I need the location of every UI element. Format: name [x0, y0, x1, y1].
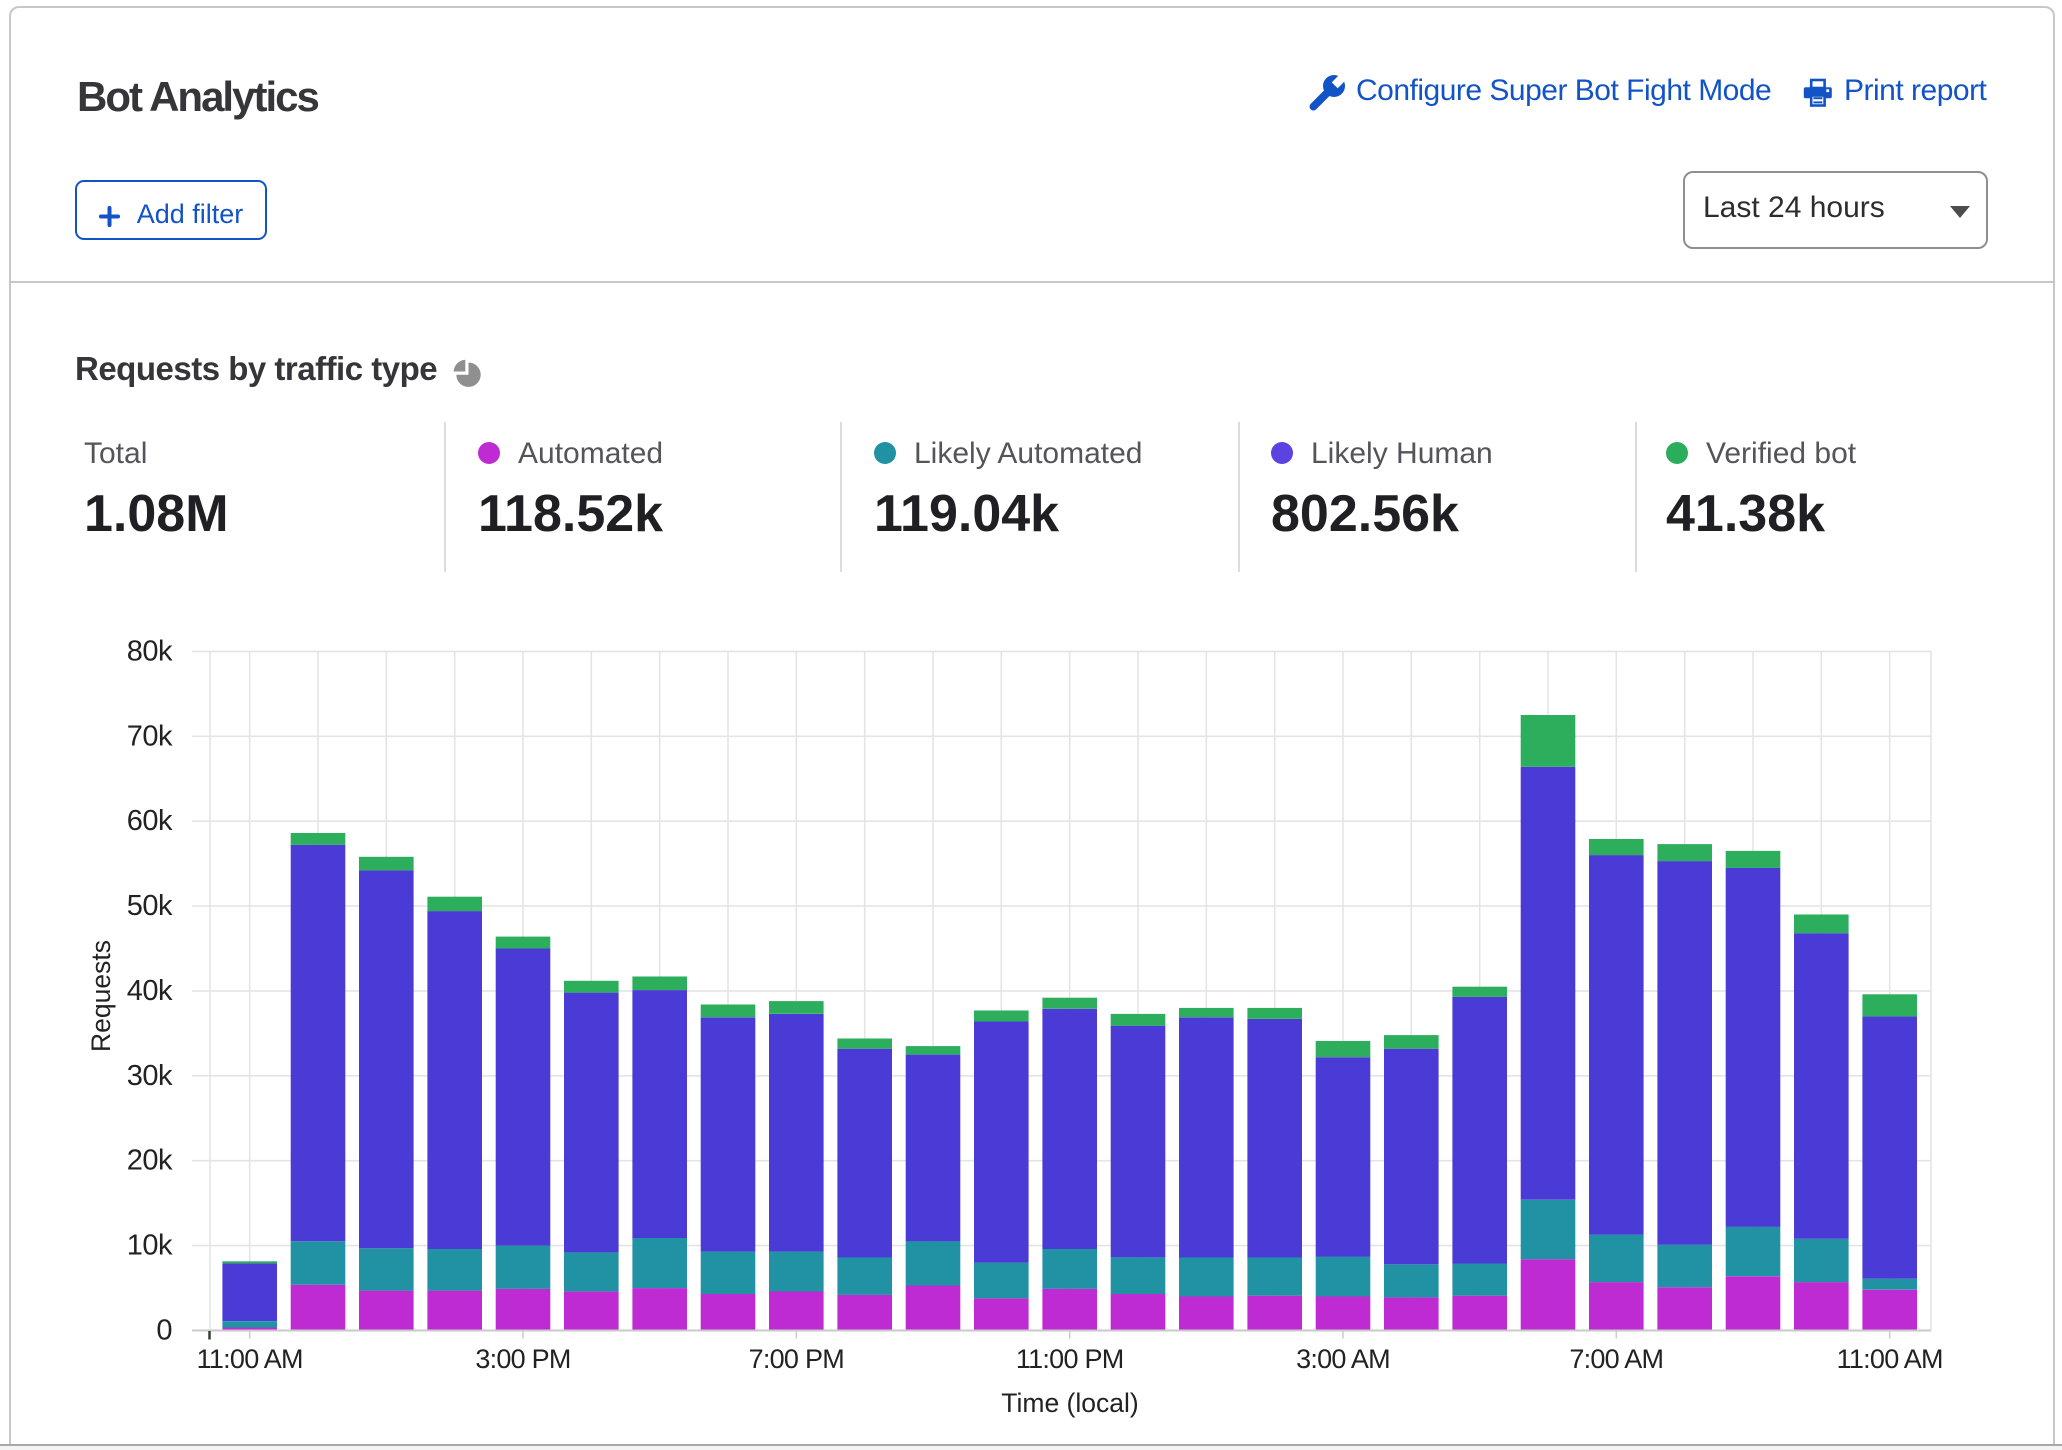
- svg-text:50k: 50k: [127, 890, 173, 922]
- svg-text:11:00 PM: 11:00 PM: [1016, 1344, 1124, 1374]
- svg-text:30k: 30k: [127, 1060, 173, 1092]
- svg-text:Time (local): Time (local): [1001, 1388, 1138, 1418]
- svg-text:80k: 80k: [127, 635, 173, 667]
- svg-text:20k: 20k: [127, 1145, 173, 1177]
- svg-text:60k: 60k: [127, 805, 173, 837]
- svg-text:0: 0: [156, 1315, 172, 1347]
- svg-text:10k: 10k: [127, 1230, 173, 1262]
- svg-text:11:00 AM: 11:00 AM: [1837, 1344, 1943, 1374]
- svg-text:3:00 AM: 3:00 AM: [1296, 1344, 1390, 1374]
- svg-text:11:00 AM: 11:00 AM: [197, 1344, 303, 1374]
- svg-text:70k: 70k: [127, 720, 173, 752]
- svg-text:40k: 40k: [127, 975, 173, 1007]
- svg-text:Requests: Requests: [86, 940, 116, 1052]
- svg-text:3:00 PM: 3:00 PM: [475, 1344, 570, 1374]
- svg-text:7:00 AM: 7:00 AM: [1569, 1344, 1663, 1374]
- svg-text:7:00 PM: 7:00 PM: [749, 1344, 844, 1374]
